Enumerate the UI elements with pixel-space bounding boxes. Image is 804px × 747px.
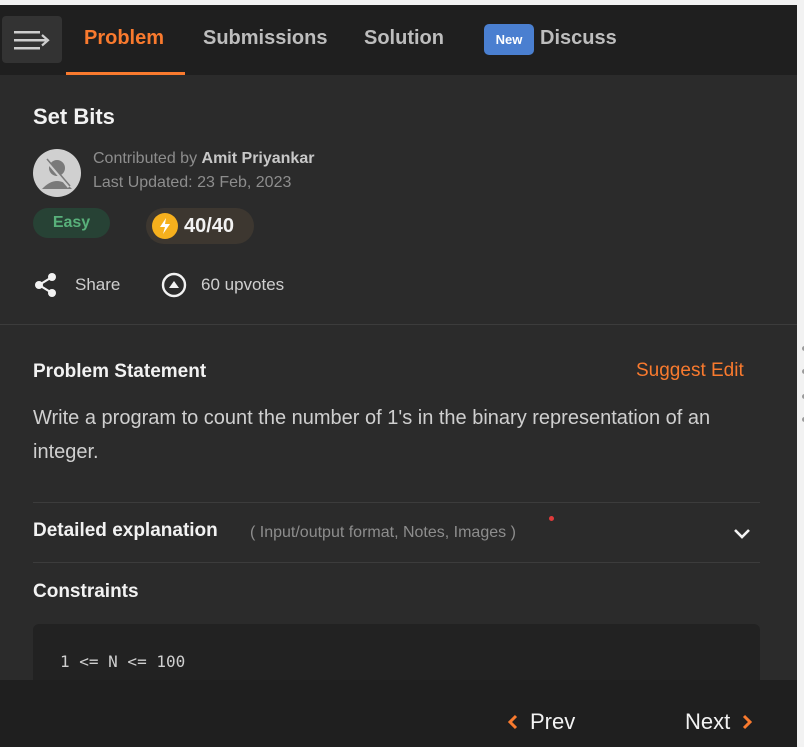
footer-nav: [0, 680, 797, 747]
new-badge: New: [484, 24, 534, 55]
menu-icon: [14, 30, 50, 49]
lightning-icon: [152, 213, 178, 239]
problem-statement-text: Write a program to count the number of 1…: [33, 407, 711, 463]
upvote-icon: [161, 272, 187, 298]
suggest-edit-link[interactable]: Suggest Edit: [636, 360, 744, 382]
tab-submissions[interactable]: Submissions: [203, 27, 327, 50]
tab-header: Problem Submissions Solution New Discuss: [0, 5, 797, 75]
share-label: Share: [75, 275, 121, 294]
divider: [0, 324, 797, 325]
contributed-by: Contributed by Amit Priyankar: [93, 150, 314, 168]
constraint-text: 1 <= N <= 100: [60, 652, 186, 671]
active-tab-indicator: [66, 72, 185, 75]
upvote-count: 60 upvotes: [201, 275, 285, 294]
difficulty-badge: Easy: [33, 208, 110, 238]
chevron-left-icon: [507, 714, 518, 730]
constraints-heading: Constraints: [33, 581, 139, 602]
share-button[interactable]: Share: [33, 271, 120, 299]
menu-button[interactable]: [2, 16, 62, 63]
last-updated: Last Updated: 23 Feb, 2023: [93, 174, 292, 191]
share-icon: [35, 273, 56, 297]
problem-statement-heading: Problem Statement: [33, 361, 207, 382]
tab-discuss[interactable]: Discuss: [540, 27, 617, 50]
resize-handle[interactable]: [797, 5, 804, 747]
prev-button[interactable]: Prev: [506, 709, 575, 735]
contributed-label: Contributed by: [93, 150, 202, 167]
detailed-explanation-subtitle: ( Input/output format, Notes, Images ): [250, 524, 516, 541]
score-badge: 40/40: [146, 208, 254, 244]
score-value: 40/40: [184, 214, 235, 237]
contributor-name[interactable]: Amit Priyankar: [202, 150, 315, 167]
avatar: [33, 149, 81, 197]
chevron-right-icon: [743, 714, 753, 730]
upvote-button[interactable]: 60 upvotes: [161, 271, 284, 299]
next-button[interactable]: Next: [685, 709, 754, 735]
divider: [33, 502, 760, 503]
tab-problem[interactable]: Problem: [84, 27, 164, 50]
chevron-down-icon[interactable]: [730, 522, 754, 546]
detailed-explanation-toggle[interactable]: Detailed explanation: [33, 520, 218, 542]
prev-label: Prev: [530, 709, 576, 734]
avatar-icon: [42, 158, 72, 189]
tab-solution[interactable]: Solution: [364, 27, 444, 50]
problem-title: Set Bits: [33, 104, 115, 129]
notification-dot: [549, 516, 554, 521]
next-label: Next: [685, 709, 731, 734]
divider: [33, 562, 760, 563]
